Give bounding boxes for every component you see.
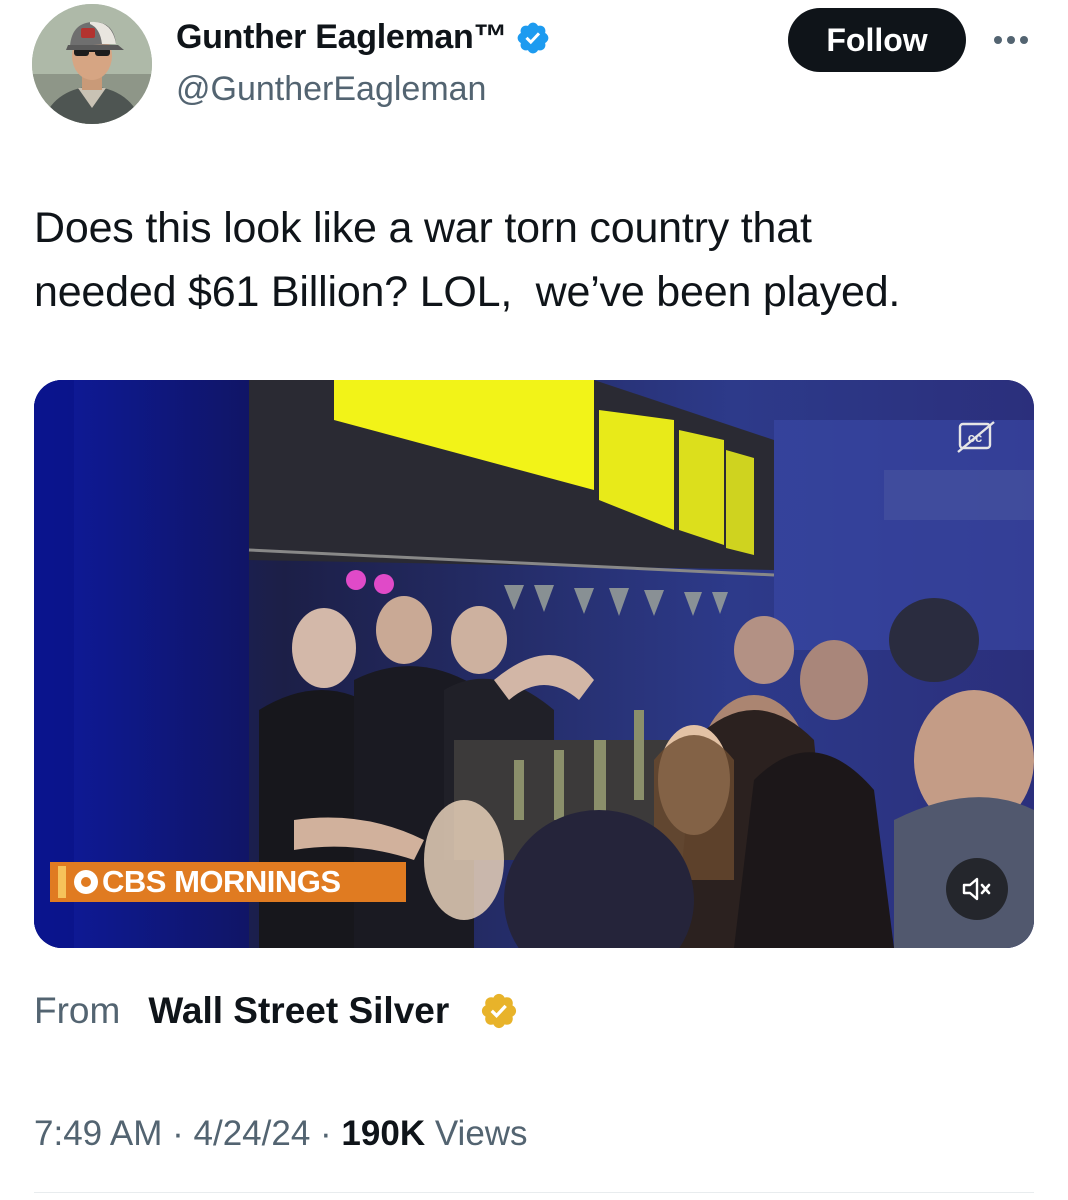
cbs-eye-logo-icon [74, 870, 98, 894]
author-display-name[interactable]: Gunther Eagleman™ [176, 18, 507, 57]
tweet-meta: 7:49 AM · 4/24/24 · 190K Views [34, 1114, 528, 1154]
muted-speaker-icon [962, 877, 991, 901]
from-label: From [34, 990, 121, 1031]
author-handle[interactable]: @GuntherEagleman [176, 70, 486, 109]
video-player[interactable]: cc CBS MORNINGS [34, 380, 1034, 948]
quoted-source-row[interactable]: From Wall Street Silver [34, 990, 519, 1032]
gold-verified-badge-icon [482, 993, 517, 1029]
more-dot [1007, 36, 1015, 44]
avatar-photo [32, 4, 152, 124]
source-name[interactable]: Wall Street Silver [148, 990, 449, 1032]
banner-text: CBS MORNINGS [102, 864, 341, 899]
closed-captions-icon[interactable]: cc [956, 420, 996, 454]
verified-badge-icon [517, 22, 549, 53]
tweet-text-line: needed $61 Billion? LOL, we’ve been play… [34, 268, 901, 316]
meta-separator: · [310, 1114, 342, 1153]
author-name-row[interactable]: Gunther Eagleman™ [176, 18, 551, 57]
more-options-icon[interactable] [986, 28, 1036, 52]
author-avatar[interactable] [32, 4, 152, 124]
views-label: Views [434, 1114, 528, 1153]
tweet-time[interactable]: 7:49 AM [34, 1114, 162, 1153]
views-count: 190K [341, 1114, 426, 1153]
more-dot [994, 36, 1002, 44]
tweet-text-line: Does this look like a war torn country t… [34, 204, 812, 252]
banner-accent-bar [58, 866, 66, 898]
tweet-date[interactable]: 4/24/24 [194, 1114, 311, 1153]
follow-button[interactable]: Follow [788, 8, 966, 72]
divider [34, 1192, 1034, 1193]
more-dot [1020, 36, 1028, 44]
meta-separator: · [162, 1114, 194, 1153]
mute-toggle-button[interactable] [946, 858, 1008, 920]
tweet-text: Does this look like a war torn country t… [34, 196, 1034, 324]
cbs-mornings-banner: CBS MORNINGS [50, 862, 406, 902]
